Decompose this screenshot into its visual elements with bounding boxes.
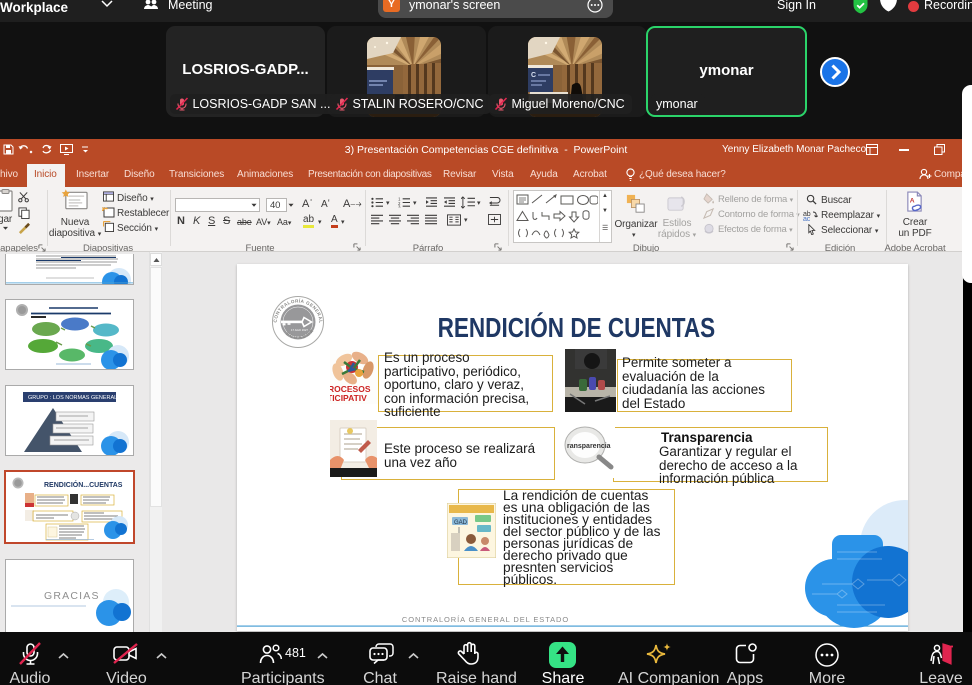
- svg-text:C: C: [531, 72, 536, 79]
- svg-text:3: 3: [398, 204, 401, 208]
- svg-text:RENDICIÓN...CUENTAS: RENDICIÓN...CUENTAS: [44, 480, 123, 489]
- svg-text:GRACIAS: GRACIAS: [44, 590, 100, 602]
- svg-text:A: A: [910, 198, 915, 205]
- svg-text:GAD: GAD: [454, 520, 468, 526]
- svg-text:GRUPO : LOS NORMAS GENERALES (: GRUPO : LOS NORMAS GENERALES (4): [28, 395, 133, 401]
- svg-text:TICIPATIV: TICIPATIV: [330, 393, 367, 403]
- svg-text:ransparencia: ransparencia: [567, 443, 611, 450]
- svg-text:ac: ac: [803, 216, 811, 221]
